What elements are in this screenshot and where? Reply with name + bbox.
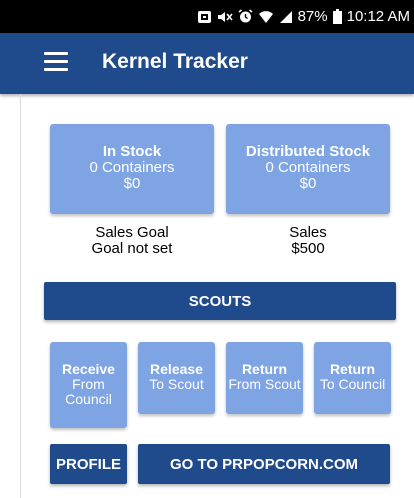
distributed-stock-containers: 0 Containers [265,159,351,176]
action-line: To Council [319,376,386,392]
distributed-stock-card[interactable]: Distributed Stock 0 Containers $0 [226,124,390,214]
left-divider [20,94,21,498]
in-stock-value: $0 [123,175,141,192]
sales-goal-label: Sales Goal [95,224,169,241]
signal-icon [279,10,293,24]
in-stock-title: In Stock [102,143,162,160]
battery-percent: 87% [297,8,328,25]
app-title: Kernel Tracker [102,50,248,73]
return-to-council-button[interactable]: Return To Council [314,342,391,414]
action-line: From [72,376,105,392]
sales-value: $500 [291,240,325,257]
alarm-icon [238,9,253,24]
sales-goal-block: Sales Goal Goal not set [50,225,214,257]
action-title: Return [329,361,376,377]
in-stock-card[interactable]: In Stock 0 Containers $0 [50,124,214,214]
app-bar: Kernel Tracker [0,33,414,94]
release-to-scout-button[interactable]: Release To Scout [138,342,215,414]
profile-button[interactable]: PROFILE [50,444,127,484]
mute-icon [217,10,233,24]
action-line: To Scout [149,376,204,392]
receive-from-council-button[interactable]: Receive From Council [50,342,127,428]
hamburger-menu-icon[interactable] [44,52,68,72]
wifi-icon [258,10,274,24]
in-stock-containers: 0 Containers [89,159,175,176]
scouts-button[interactable]: SCOUTS [44,282,396,320]
distributed-stock-value: $0 [299,175,317,192]
sales-label: Sales [289,224,327,241]
action-title: Release [150,361,203,377]
return-from-scout-button[interactable]: Return From Scout [226,342,303,414]
sales-goal-value: Goal not set [91,240,173,257]
distributed-stock-title: Distributed Stock [245,143,371,160]
action-title: Return [241,361,288,377]
status-bar: 87% 10:12 AM [0,0,414,33]
action-line: From Scout [228,376,301,392]
clock: 10:12 AM [346,8,410,25]
sales-block: Sales $500 [226,225,390,257]
nfc-icon [197,10,212,24]
battery-icon [332,9,342,24]
action-line: Council [65,391,112,407]
action-title: Receive [62,361,115,377]
status-icons: 87% 10:12 AM [197,0,414,33]
go-to-website-button[interactable]: GO TO PRPOPCORN.COM [138,444,390,484]
